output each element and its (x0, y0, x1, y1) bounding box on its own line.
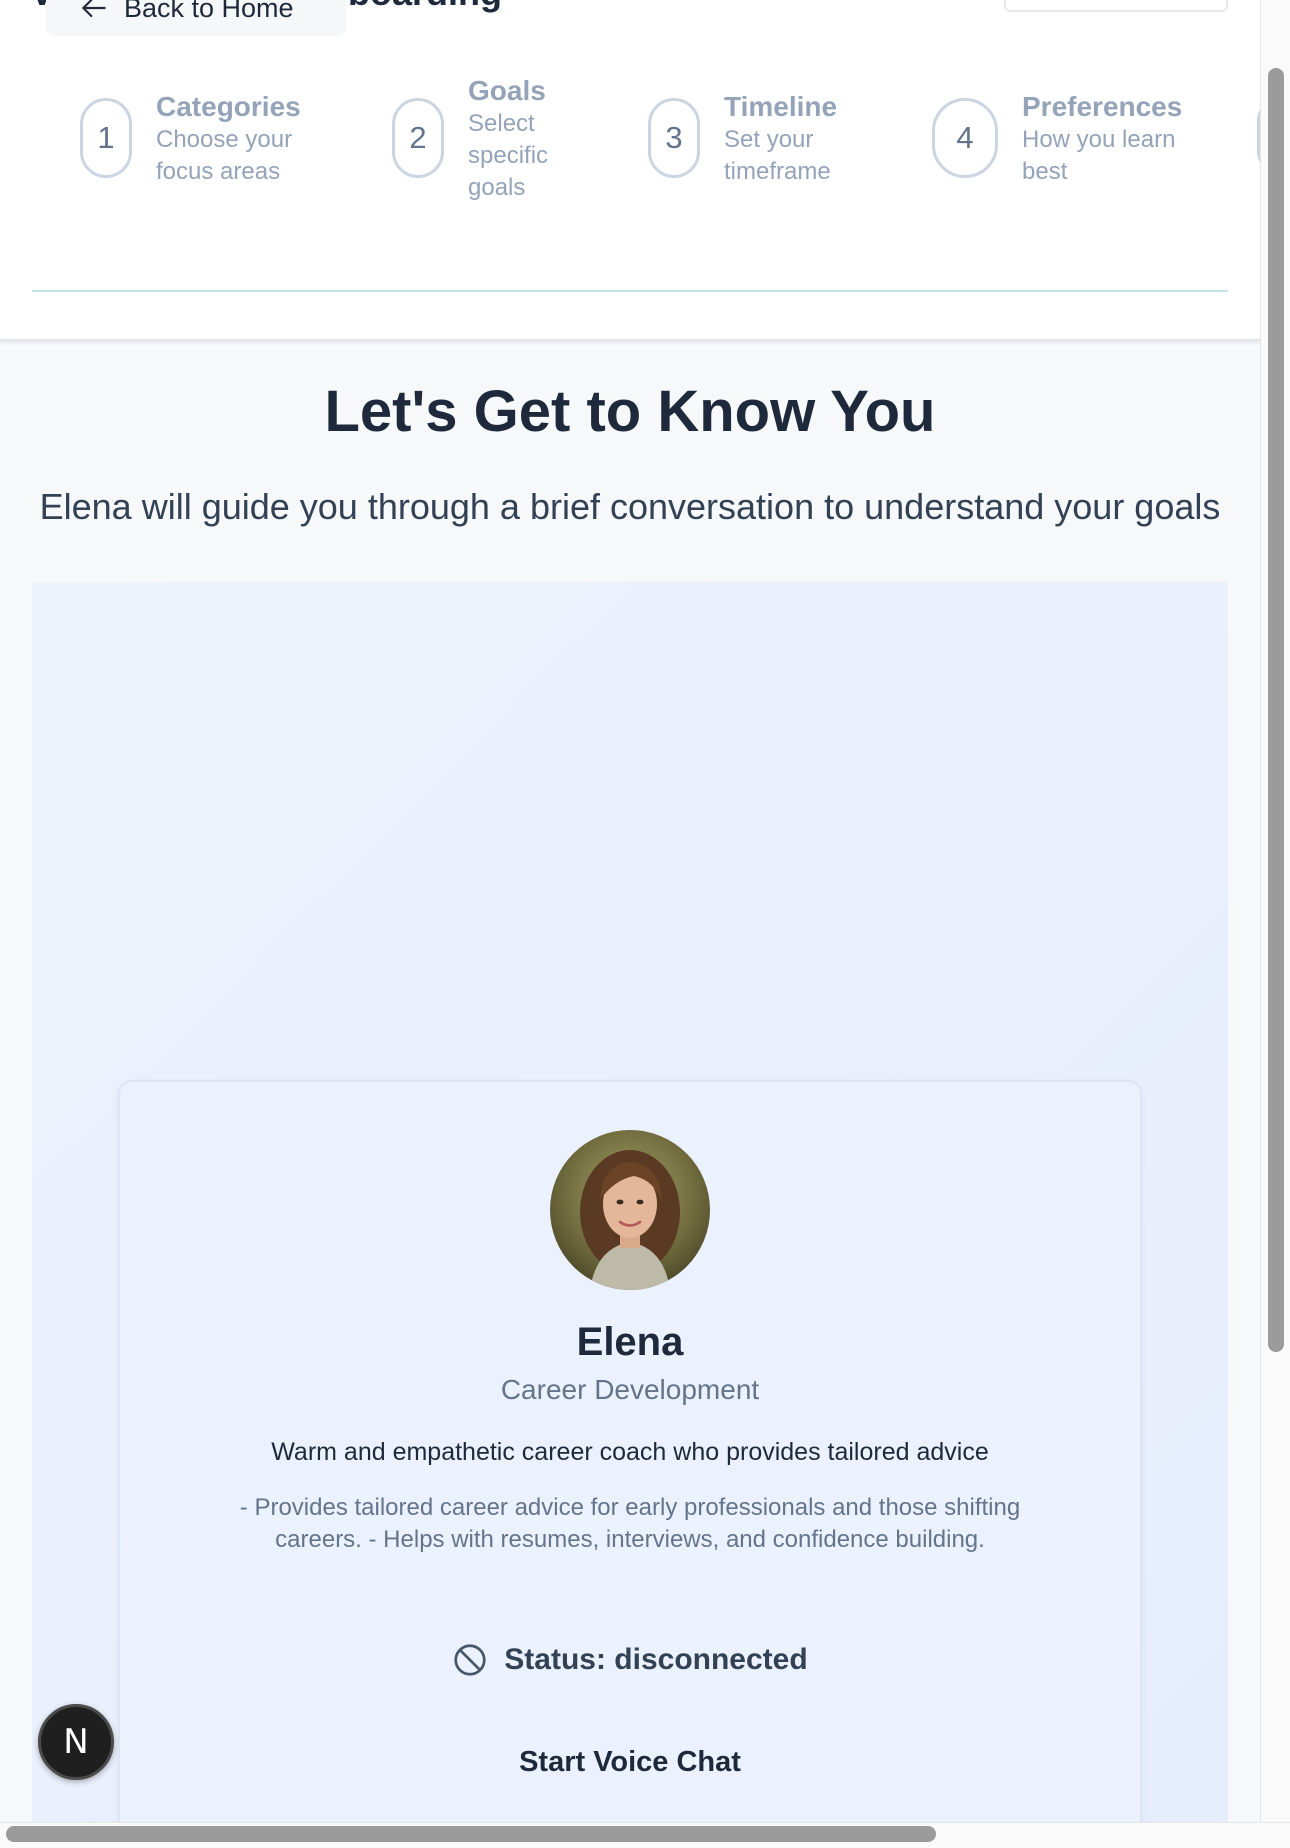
step-number: 2 (392, 98, 444, 178)
avatar-portrait (550, 1130, 710, 1290)
step-preferences[interactable]: 4 Preferences How you learn best (932, 74, 1192, 188)
page-heading-right: boarding (348, 0, 502, 14)
horizontal-scroll-thumb[interactable] (6, 1826, 936, 1842)
agent-bio: - Provides tailored career advice for ea… (239, 1494, 1021, 1553)
step-timeline[interactable]: 3 Timeline Set your timeframe (648, 74, 854, 188)
progress-line (32, 290, 1228, 292)
step-number: 4 (932, 98, 998, 178)
top-right-button[interactable] (1004, 0, 1228, 12)
status-text: Status: disconnected (504, 1643, 808, 1676)
agent-role: Career Development (500, 1374, 760, 1405)
avatar (550, 1130, 710, 1290)
onboarding-header: V boarding Back to Home 1 Categories Cho… (0, 0, 1277, 340)
start-voice-chat-button[interactable]: Start Voice Chat (120, 1746, 1140, 1779)
step-description: Select specific goals (468, 110, 549, 201)
connection-status: Status: disconnected (120, 1642, 1140, 1678)
ban-icon (454, 1644, 486, 1676)
vertical-scroll-thumb[interactable] (1268, 68, 1284, 1352)
voice-chat-panel: Elena Career Development Warm and empath… (32, 582, 1228, 1848)
step-number: 1 (80, 98, 132, 178)
back-to-home-label: Back to Home (124, 0, 294, 23)
step-title: Categories (156, 91, 301, 122)
page-title: Let's Get to Know You (324, 379, 936, 444)
step-description: Choose your focus areas (156, 126, 293, 185)
step-categories[interactable]: 1 Categories Choose your focus areas (80, 74, 316, 188)
n-logo-button[interactable]: N (38, 1704, 114, 1780)
step-title: Goals (468, 75, 546, 106)
page-subtitle: Elena will guide you through a brief con… (39, 486, 1221, 527)
step-goals[interactable]: 2 Goals Select specific goals (392, 74, 568, 204)
arrow-left-icon (82, 0, 106, 18)
step-title: Timeline (724, 91, 838, 122)
back-to-home-button[interactable]: Back to Home (46, 0, 346, 36)
agent-card: Elena Career Development Warm and empath… (118, 1080, 1142, 1848)
step-description: Set your timeframe (724, 126, 831, 185)
step-title: Preferences (1022, 91, 1183, 122)
agent-name: Elena (576, 1320, 684, 1364)
agent-tagline: Warm and empathetic career coach who pro… (271, 1438, 989, 1466)
step-description: How you learn best (1022, 126, 1176, 185)
step-number: 3 (648, 98, 700, 178)
